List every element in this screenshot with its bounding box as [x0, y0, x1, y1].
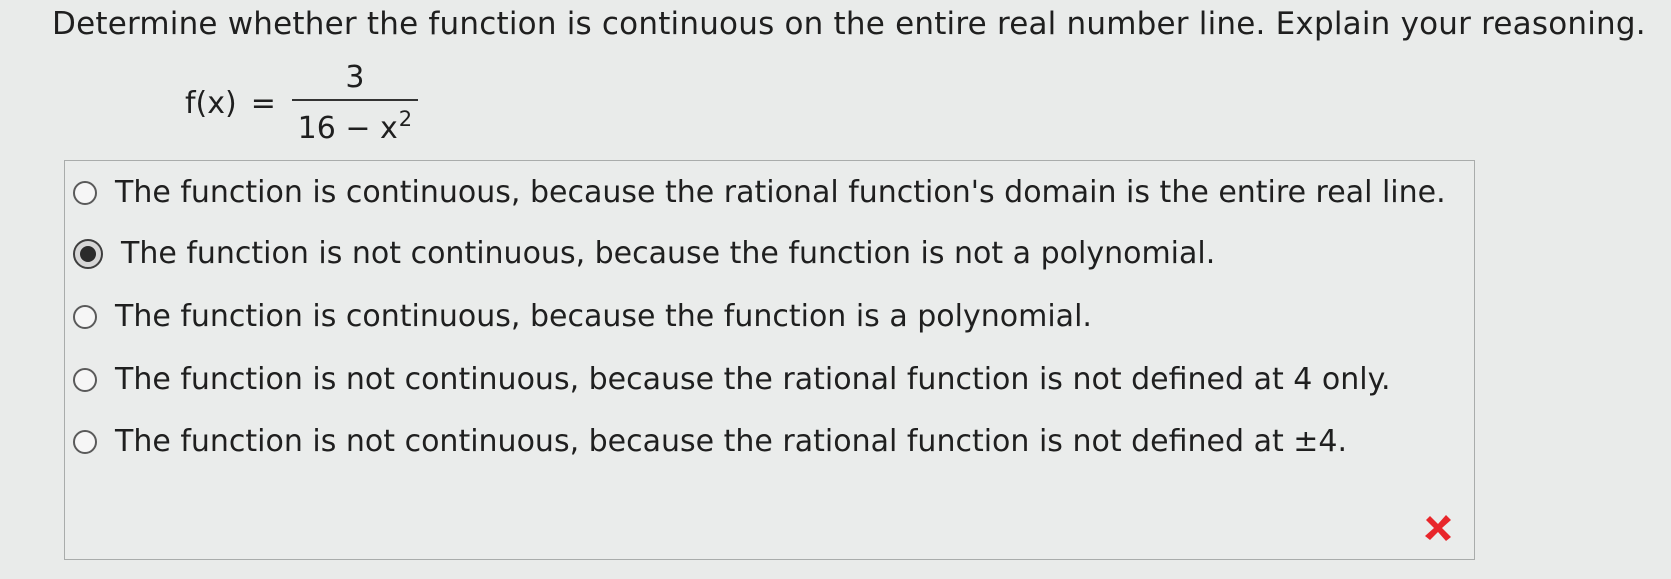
choice-label: The function is continuous, because the … [115, 299, 1092, 334]
radio-button-selected-icon[interactable] [73, 238, 103, 269]
choice-label: The function is not continuous, because … [121, 236, 1216, 271]
denominator-base: 16 − x [297, 110, 398, 146]
formula-lhs: f(x) [185, 85, 237, 121]
function-formula: f(x) = 3 16 − x2 [185, 58, 418, 148]
x-mark-icon [1425, 515, 1451, 541]
choice-1[interactable]: The function is continuous, because the … [73, 175, 1446, 210]
choice-label: The function is not continuous, because … [115, 362, 1391, 397]
radio-button-icon[interactable] [73, 367, 97, 392]
formula-numerator: 3 [345, 59, 365, 95]
formula-fraction: 3 16 − x2 [291, 59, 418, 144]
radio-button-icon[interactable] [73, 180, 97, 205]
radio-button-icon[interactable] [73, 304, 97, 329]
formula-equals: = [250, 85, 276, 121]
choice-label: The function is continuous, because the … [115, 175, 1446, 210]
question-prompt: Determine whether the function is contin… [52, 6, 1646, 42]
choice-3[interactable]: The function is continuous, because the … [73, 299, 1092, 334]
answer-choices: The function is continuous, because the … [64, 160, 1475, 560]
choice-5[interactable]: The function is not continuous, because … [73, 424, 1347, 459]
choice-label: The function is not continuous, because … [115, 424, 1348, 459]
radio-button-icon[interactable] [73, 429, 97, 454]
choice-4[interactable]: The function is not continuous, because … [73, 362, 1391, 397]
denominator-exponent: 2 [398, 106, 413, 131]
choice-2[interactable]: The function is not continuous, because … [73, 236, 1215, 271]
formula-denominator: 16 − x2 [298, 101, 413, 144]
